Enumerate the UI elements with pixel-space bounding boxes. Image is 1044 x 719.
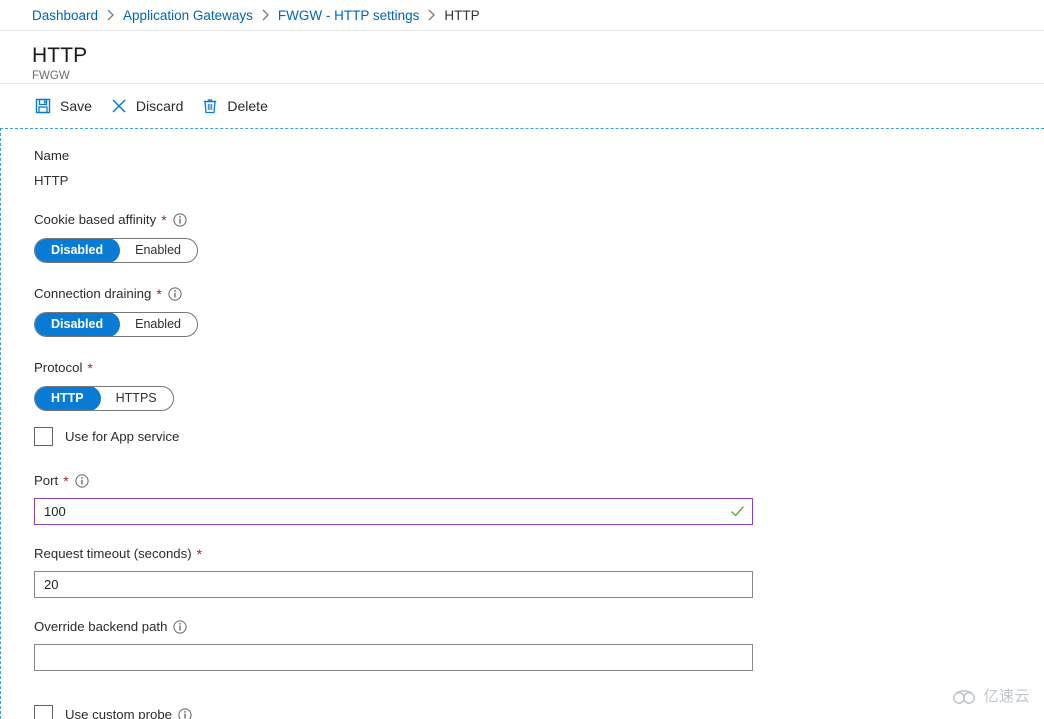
- chevron-right-icon: [427, 9, 436, 21]
- override-backend-path-input-wrapper: [34, 644, 753, 671]
- delete-button-label: Delete: [227, 97, 268, 114]
- protocol-label: Protocol *: [34, 359, 1044, 376]
- field-use-custom-probe[interactable]: Use custom probe: [34, 705, 1044, 719]
- request-timeout-input-wrapper: [34, 571, 753, 598]
- override-backend-path-input[interactable]: [34, 644, 753, 671]
- save-button[interactable]: Save: [30, 92, 104, 120]
- watermark-text: 亿速云: [983, 687, 1030, 705]
- info-circle-icon[interactable]: [178, 707, 192, 719]
- request-timeout-input[interactable]: [34, 571, 753, 598]
- connection-draining-label: Connection draining *: [34, 285, 1044, 302]
- chevron-right-icon: [261, 9, 270, 21]
- settings-form: Name HTTP Cookie based affinity * Disabl…: [0, 128, 1044, 719]
- info-circle-icon[interactable]: [173, 212, 187, 227]
- delete-button[interactable]: Delete: [197, 92, 279, 120]
- use-for-app-service-checkbox[interactable]: [34, 427, 53, 446]
- field-request-timeout: Request timeout (seconds) *: [34, 545, 1044, 598]
- info-circle-icon[interactable]: [75, 473, 89, 488]
- port-label: Port *: [34, 472, 1044, 489]
- name-value: HTTP: [34, 173, 69, 188]
- field-port: Port *: [34, 472, 1044, 525]
- protocol-option-https[interactable]: HTTPS: [100, 387, 173, 410]
- name-label: Name: [34, 148, 70, 163]
- use-custom-probe-label[interactable]: Use custom probe: [65, 706, 192, 719]
- chevron-right-icon: [106, 9, 115, 21]
- cookie-affinity-label-text: Cookie based affinity: [34, 212, 157, 227]
- connection-draining-label-text: Connection draining: [34, 286, 152, 301]
- cookie-affinity-label: Cookie based affinity *: [34, 211, 1044, 228]
- protocol-toggle[interactable]: HTTP HTTPS: [34, 386, 174, 411]
- page-title-block: HTTP FWGW: [0, 31, 1044, 84]
- request-timeout-label: Request timeout (seconds) *: [34, 545, 1044, 562]
- connection-draining-toggle[interactable]: Disabled Enabled: [34, 312, 198, 337]
- discard-button-label: Discard: [135, 97, 184, 114]
- save-button-label: Save: [60, 97, 92, 114]
- connection-draining-option-enabled[interactable]: Enabled: [119, 313, 197, 336]
- watermark: 亿速云: [952, 688, 1030, 705]
- field-connection-draining: Connection draining * Disabled Enabled: [34, 285, 1044, 337]
- protocol-option-http[interactable]: HTTP: [34, 387, 101, 410]
- info-circle-icon[interactable]: [173, 619, 188, 634]
- protocol-label-text: Protocol: [34, 360, 83, 375]
- port-input-wrapper: [34, 498, 753, 525]
- cookie-affinity-option-disabled[interactable]: Disabled: [34, 239, 121, 262]
- close-x-icon: [110, 97, 128, 115]
- breadcrumb-item-fwgw-http-settings[interactable]: FWGW - HTTP settings: [278, 8, 420, 23]
- field-protocol: Protocol * HTTP HTTPS: [34, 359, 1044, 411]
- discard-button[interactable]: Discard: [106, 92, 195, 120]
- override-backend-path-label-text: Override backend path: [34, 619, 168, 634]
- field-name: Name HTTP: [34, 147, 1044, 189]
- page-subtitle: FWGW: [32, 70, 70, 82]
- required-asterisk: *: [196, 545, 203, 562]
- connection-draining-option-disabled[interactable]: Disabled: [34, 313, 121, 336]
- field-override-backend-path: Override backend path: [34, 618, 1044, 671]
- use-custom-probe-label-text: Use custom probe: [65, 707, 173, 719]
- page-title: HTTP: [32, 44, 88, 67]
- port-label-text: Port: [34, 473, 59, 488]
- use-custom-probe-checkbox[interactable]: [34, 705, 53, 719]
- command-bar: Save Discard Delete: [0, 84, 1044, 127]
- use-for-app-service-label[interactable]: Use for App service: [65, 428, 179, 445]
- field-use-for-app-service[interactable]: Use for App service: [34, 427, 1044, 446]
- breadcrumb-item-application-gateways[interactable]: Application Gateways: [123, 8, 253, 23]
- save-disk-icon: [34, 97, 52, 115]
- breadcrumb-item-dashboard[interactable]: Dashboard: [32, 8, 98, 23]
- trash-can-icon: [201, 97, 219, 115]
- port-input[interactable]: [34, 498, 753, 525]
- cookie-affinity-toggle[interactable]: Disabled Enabled: [34, 238, 198, 263]
- required-asterisk: *: [63, 472, 69, 489]
- page-root: Dashboard Application Gateways FWGW - HT…: [0, 0, 1044, 719]
- field-cookie-based-affinity: Cookie based affinity * Disabled Enabled: [34, 211, 1044, 263]
- breadcrumb: Dashboard Application Gateways FWGW - HT…: [0, 0, 1044, 31]
- cloud-icon: [952, 689, 978, 705]
- breadcrumb-item-http: HTTP: [444, 7, 480, 23]
- request-timeout-label-text: Request timeout (seconds): [34, 546, 192, 561]
- info-circle-icon[interactable]: [168, 286, 182, 301]
- required-asterisk: *: [87, 359, 93, 376]
- required-asterisk: *: [161, 211, 167, 228]
- cookie-affinity-option-enabled[interactable]: Enabled: [119, 239, 197, 262]
- required-asterisk: *: [156, 285, 162, 302]
- override-backend-path-label: Override backend path: [34, 618, 1044, 635]
